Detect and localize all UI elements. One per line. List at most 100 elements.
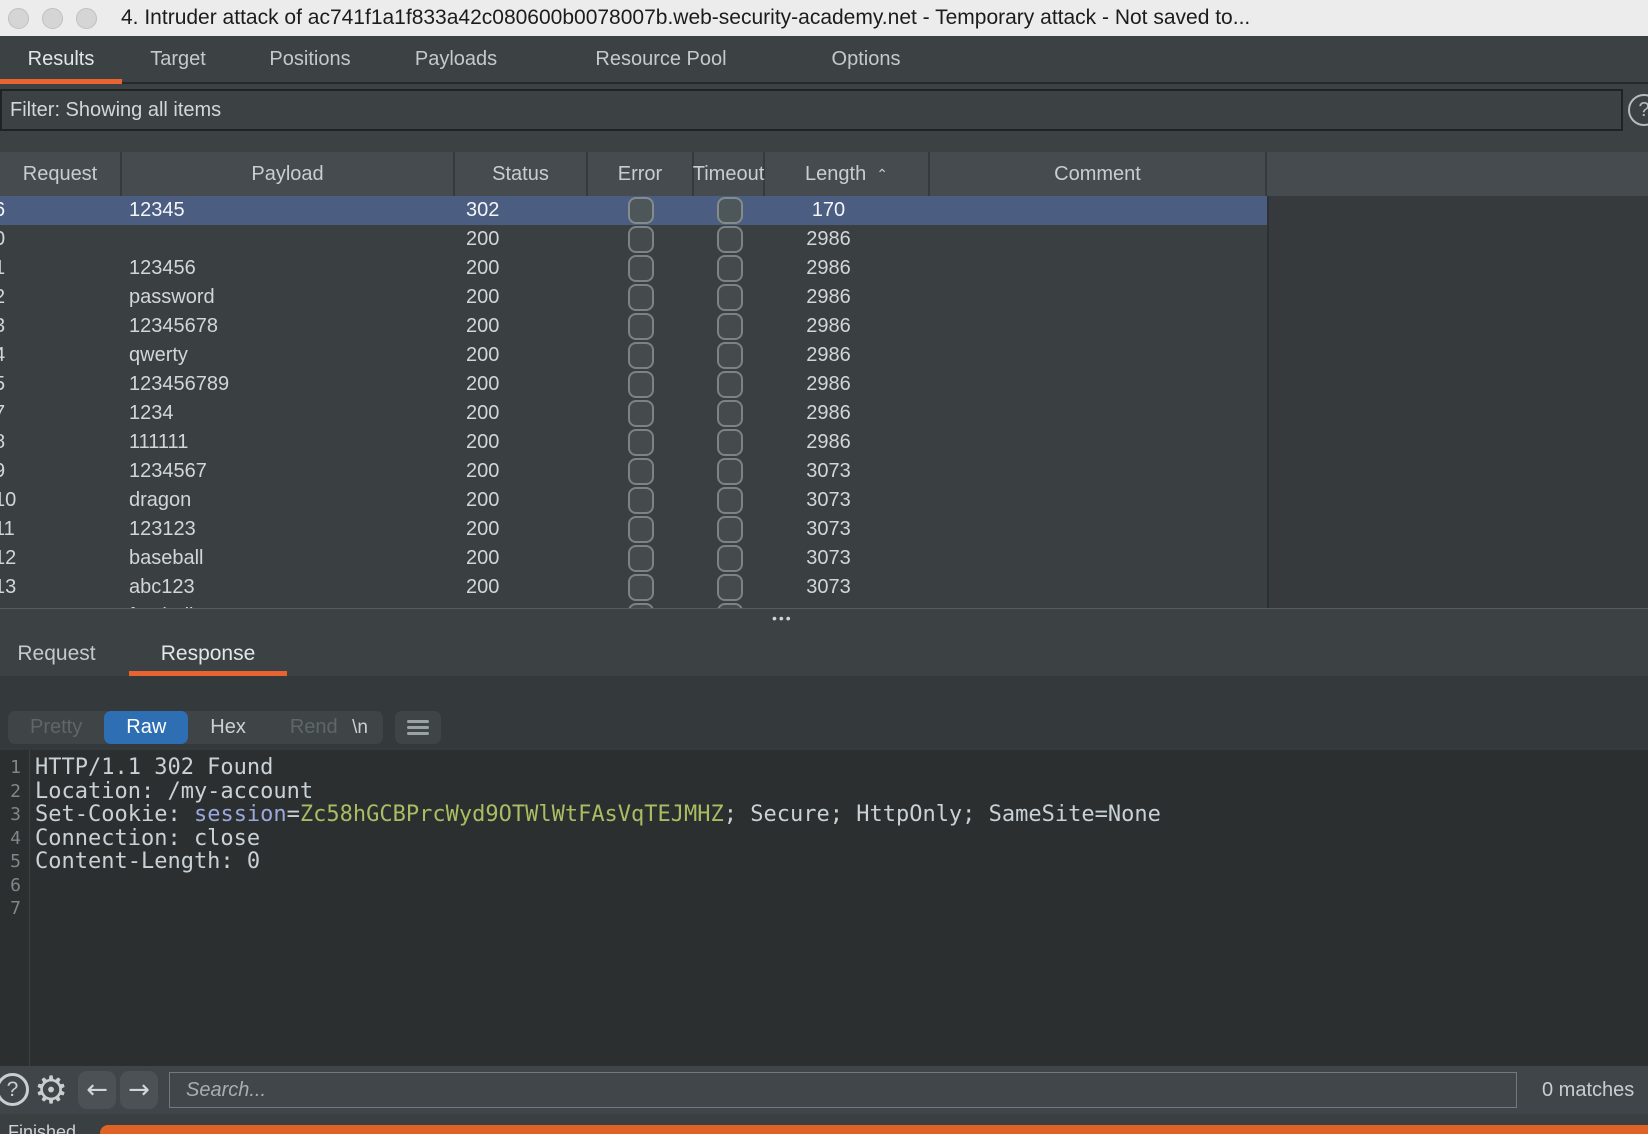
comment-cell[interactable] (930, 370, 1267, 399)
payload-cell[interactable] (122, 225, 455, 254)
pretty-button[interactable]: Pretty (8, 711, 104, 744)
error-checkbox-cell[interactable] (588, 486, 694, 515)
payload-cell[interactable]: 12345678 (122, 312, 455, 341)
request-cell[interactable]: 10 (0, 486, 122, 515)
timeout-checkbox[interactable] (717, 429, 743, 456)
request-cell[interactable]: 2 (0, 283, 122, 312)
tab-resource-pool[interactable]: Resource Pool (526, 36, 796, 82)
status-cell[interactable]: 200 (455, 254, 588, 283)
length-cell[interactable]: 2986 (765, 428, 930, 457)
length-cell[interactable]: 2986 (765, 341, 930, 370)
table-row[interactable]: 111231232003073 (0, 515, 1648, 544)
length-cell[interactable]: 2986 (765, 370, 930, 399)
error-checkbox-cell[interactable] (588, 573, 694, 602)
timeout-checkbox-cell[interactable] (694, 573, 765, 602)
tab-options[interactable]: Options (796, 36, 936, 82)
tab-request[interactable]: Request (0, 631, 113, 676)
table-row[interactable]: 10dragon2003073 (0, 486, 1648, 515)
comment-cell[interactable] (930, 486, 1267, 515)
request-cell[interactable]: 6 (0, 196, 122, 225)
error-checkbox[interactable] (628, 458, 654, 485)
table-row[interactable]: 81111112002986 (0, 428, 1648, 457)
error-checkbox[interactable] (628, 313, 654, 340)
timeout-checkbox-cell[interactable] (694, 370, 765, 399)
editor-line[interactable]: 6 (0, 874, 1648, 898)
comment-cell[interactable] (930, 544, 1267, 573)
error-checkbox-cell[interactable] (588, 341, 694, 370)
payload-cell[interactable]: baseball (122, 544, 455, 573)
tab-positions[interactable]: Positions (234, 36, 386, 82)
payload-cell[interactable]: abc123 (122, 573, 455, 602)
editor-line[interactable]: 7 (0, 897, 1648, 921)
comment-cell[interactable] (930, 573, 1267, 602)
request-cell[interactable]: 0 (0, 225, 122, 254)
help-icon[interactable]: ? (0, 1073, 29, 1106)
comment-cell[interactable] (930, 515, 1267, 544)
table-row[interactable]: 02002986 (0, 225, 1648, 254)
column-header-timeout[interactable]: Timeout (694, 152, 765, 196)
length-cell[interactable]: 170 (765, 196, 930, 225)
timeout-checkbox-cell[interactable] (694, 341, 765, 370)
table-row[interactable]: 912345672003073 (0, 457, 1648, 486)
error-checkbox-cell[interactable] (588, 254, 694, 283)
request-cell[interactable]: 9 (0, 457, 122, 486)
column-header-request[interactable]: Request (0, 152, 122, 196)
previous-match-button[interactable]: ← (78, 1071, 116, 1109)
comment-cell[interactable] (930, 457, 1267, 486)
error-checkbox[interactable] (628, 371, 654, 398)
column-header-length[interactable]: Length ⌃ (765, 152, 930, 196)
length-cell[interactable]: 2986 (765, 312, 930, 341)
request-cell[interactable]: 11 (0, 515, 122, 544)
status-cell[interactable]: 200 (455, 515, 588, 544)
request-cell[interactable]: 5 (0, 370, 122, 399)
payload-cell[interactable]: 123456 (122, 254, 455, 283)
status-cell[interactable]: 200 (455, 283, 588, 312)
error-checkbox-cell[interactable] (588, 457, 694, 486)
length-cell[interactable]: 2986 (765, 283, 930, 312)
payload-cell[interactable]: dragon (122, 486, 455, 515)
error-checkbox[interactable] (628, 487, 654, 514)
timeout-checkbox-cell[interactable] (694, 486, 765, 515)
maximize-window-icon[interactable] (76, 8, 97, 29)
table-row[interactable]: 712342002986 (0, 399, 1648, 428)
timeout-checkbox-cell[interactable] (694, 399, 765, 428)
timeout-checkbox[interactable] (717, 255, 743, 282)
error-checkbox-cell[interactable] (588, 399, 694, 428)
request-cell[interactable]: 12 (0, 544, 122, 573)
timeout-checkbox[interactable] (717, 400, 743, 427)
comment-cell[interactable] (930, 399, 1267, 428)
timeout-checkbox[interactable] (717, 226, 743, 253)
status-cell[interactable]: 200 (455, 573, 588, 602)
timeout-checkbox-cell[interactable] (694, 457, 765, 486)
payload-cell[interactable]: 123456789 (122, 370, 455, 399)
next-match-button[interactable]: → (120, 1071, 158, 1109)
payload-cell[interactable]: 12345 (122, 196, 455, 225)
error-checkbox[interactable] (628, 255, 654, 282)
editor-line[interactable]: 5Content-Length: 0 (0, 850, 1648, 874)
table-row[interactable]: 11234562002986 (0, 254, 1648, 283)
timeout-checkbox[interactable] (717, 458, 743, 485)
payload-cell[interactable]: 1234567 (122, 457, 455, 486)
raw-button[interactable]: Raw (104, 711, 188, 744)
search-input[interactable] (169, 1072, 1517, 1108)
editor-line[interactable]: 3Set-Cookie: session=Zc58hGCBPrcWyd9OTWl… (0, 803, 1648, 827)
comment-cell[interactable] (930, 225, 1267, 254)
response-editor[interactable]: 1HTTP/1.1 302 Found2Location: /my-accoun… (0, 750, 1648, 1066)
payload-cell[interactable]: 111111 (122, 428, 455, 457)
error-checkbox[interactable] (628, 516, 654, 543)
tab-payloads[interactable]: Payloads (386, 36, 526, 82)
timeout-checkbox[interactable] (717, 487, 743, 514)
status-cell[interactable]: 200 (455, 312, 588, 341)
status-cell[interactable]: 200 (455, 341, 588, 370)
comment-cell[interactable] (930, 196, 1267, 225)
minimize-window-icon[interactable] (42, 8, 63, 29)
length-cell[interactable]: 2986 (765, 225, 930, 254)
status-cell[interactable]: 200 (455, 486, 588, 515)
comment-cell[interactable] (930, 428, 1267, 457)
error-checkbox[interactable] (628, 197, 654, 224)
gear-icon[interactable]: ⚙ (31, 1070, 71, 1110)
editor-menu-button[interactable] (395, 711, 441, 744)
column-header-status[interactable]: Status (455, 152, 588, 196)
length-cell[interactable]: 3073 (765, 515, 930, 544)
hex-button[interactable]: Hex (188, 711, 268, 744)
